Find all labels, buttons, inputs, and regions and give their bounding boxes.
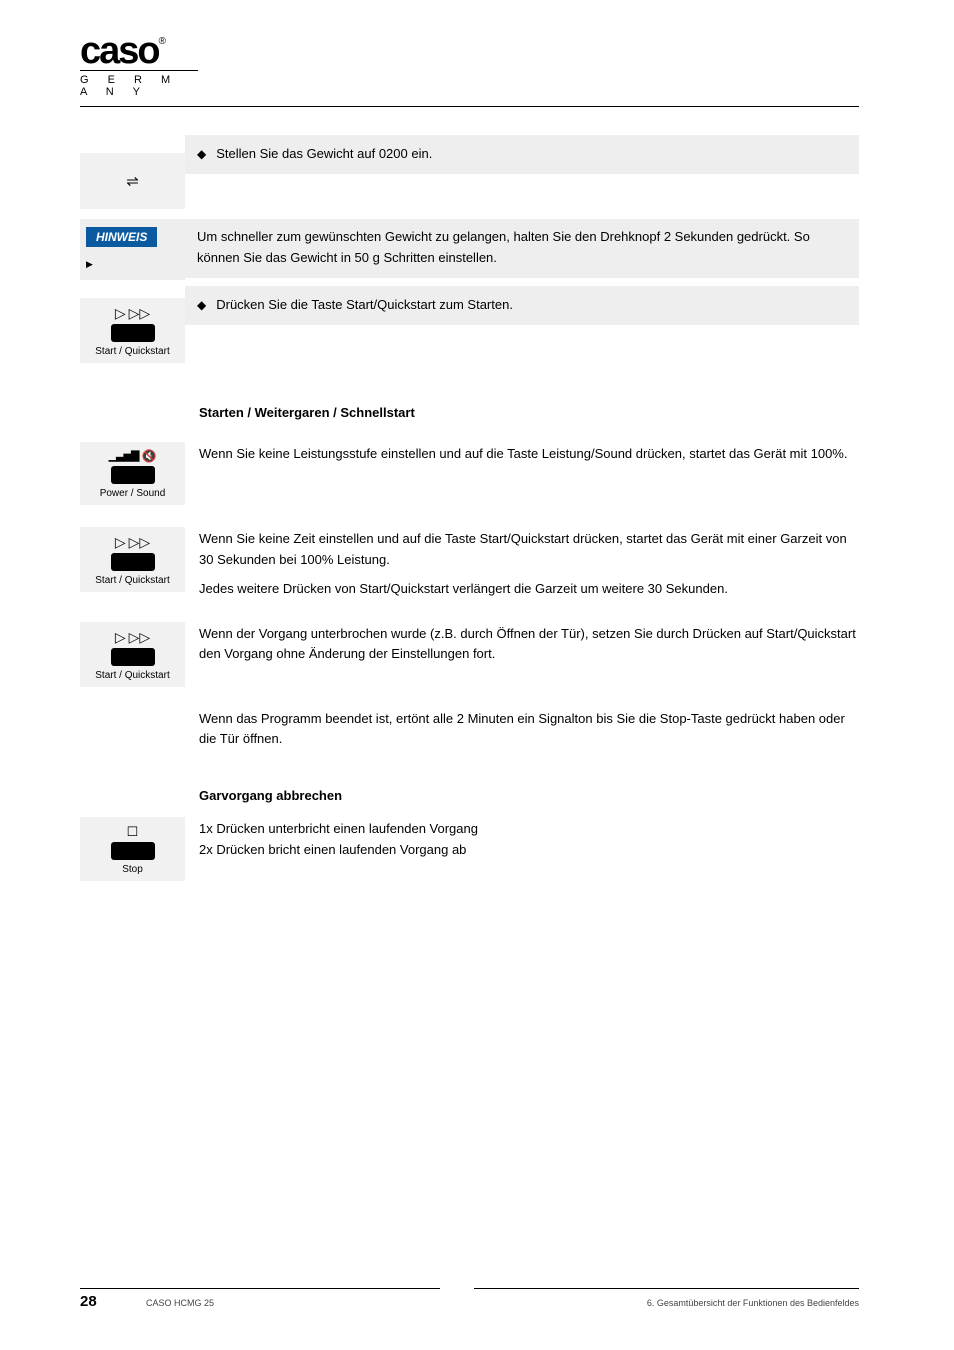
button-label: Start / Quickstart [95, 670, 169, 681]
button-label: Power / Sound [100, 488, 166, 499]
logo-registered: ® [159, 36, 166, 47]
footer-chapter-title: 6. Gesamtübersicht der Funktionen des Be… [647, 1298, 859, 1308]
footer-rule-right [474, 1288, 859, 1289]
instruction-row-stop: ☐ Stop 1x Drücken unterbricht einen lauf… [80, 817, 859, 881]
power-sound-button-tile: ▁▃▅▇ 🔇 Power / Sound [80, 442, 185, 505]
diamond-bullet-icon [197, 296, 206, 315]
program-end-note: Wenn das Programm beendet ist, ertönt al… [199, 709, 859, 751]
section-heading: Garvorgang abbrechen [199, 786, 859, 807]
diamond-bullet-icon [197, 145, 206, 164]
weight-icon: ⇌ [126, 172, 139, 190]
instruction-text: Wenn der Vorgang unterbrochen wurde (z.B… [185, 622, 859, 666]
instruction-text: Wenn Sie keine Leistungsstufe einstellen… [185, 442, 859, 465]
play-icon: ▷ [115, 306, 126, 320]
button-label: Start / Quickstart [95, 346, 169, 357]
button-black-rect [111, 648, 155, 666]
footer-product-name: CASO HCMG 25 [146, 1298, 214, 1308]
fast-forward-icon: ▷▷ [129, 306, 151, 320]
instruction-row-resume: ▷ ▷▷ Start / Quickstart Wenn der Vorgang… [80, 622, 859, 687]
start-quickstart-button-tile: ▷ ▷▷ Start / Quickstart [80, 527, 185, 592]
fast-forward-icon: ▷▷ [129, 535, 151, 549]
logo-subtitle: G E R M A N Y [80, 70, 198, 98]
instruction-row-weight: ⇌ Stellen Sie das Gewicht auf 0200 ein. [80, 153, 859, 209]
instruction-row-powersound: ▁▃▅▇ 🔇 Power / Sound Wenn Sie keine Leis… [80, 442, 859, 505]
button-black-rect [111, 553, 155, 571]
start-quickstart-button-tile: ▷ ▷▷ Start / Quickstart [80, 622, 185, 687]
button-black-rect [111, 842, 155, 860]
page-number: 28 [80, 1293, 122, 1310]
arrow-right-icon [86, 255, 93, 270]
hinweis-note-block: HINWEIS Um schneller zum gewünschten Gew… [80, 219, 859, 280]
stop-line-2: 2x Drücken bricht einen laufenden Vorgan… [199, 840, 859, 861]
button-black-rect [111, 466, 155, 484]
brand-logo: caso ® G E R M A N Y [80, 36, 859, 98]
logo-text: caso [80, 36, 159, 66]
play-icon: ▷ [115, 535, 126, 549]
page-footer: 28 CASO HCMG 25 6. Gesamtübersicht der F… [80, 1288, 859, 1310]
section-heading: Starten / Weitergaren / Schnellstart [199, 403, 859, 424]
instruction-row-quickstart-30s: ▷ ▷▷ Start / Quickstart Wenn Sie keine Z… [80, 527, 859, 599]
footer-rule-left [80, 1288, 440, 1289]
sound-off-icon: 🔇 [141, 450, 156, 462]
button-label: Stop [122, 864, 143, 875]
button-label: Start / Quickstart [95, 575, 169, 586]
fast-forward-icon: ▷▷ [129, 630, 151, 644]
hinweis-text: Um schneller zum gewünschten Gewicht zu … [197, 229, 810, 264]
header-rule [80, 106, 859, 107]
instruction-text: Stellen Sie das Gewicht auf 0200 ein. [216, 145, 432, 164]
instruction-row-startquick: ▷ ▷▷ Start / Quickstart Drücken Sie die … [80, 298, 859, 363]
instruction-text-line2: Jedes weitere Drücken von Start/Quicksta… [199, 579, 859, 600]
instruction-text: Drücken Sie die Taste Start/Quickstart z… [216, 296, 513, 315]
stop-line-1: 1x Drücken unterbricht einen laufenden V… [199, 819, 859, 840]
play-icon: ▷ [115, 630, 126, 644]
instruction-text-line1: Wenn Sie keine Zeit einstellen und auf d… [199, 529, 859, 571]
signal-bars-icon: ▁▃▅▇ [109, 451, 139, 462]
hinweis-tag: HINWEIS [86, 227, 157, 247]
button-black-rect [111, 324, 155, 342]
stop-button-tile: ☐ Stop [80, 817, 185, 881]
stop-square-icon: ☐ [127, 825, 139, 838]
start-quickstart-button-tile: ▷ ▷▷ Start / Quickstart [80, 298, 185, 363]
